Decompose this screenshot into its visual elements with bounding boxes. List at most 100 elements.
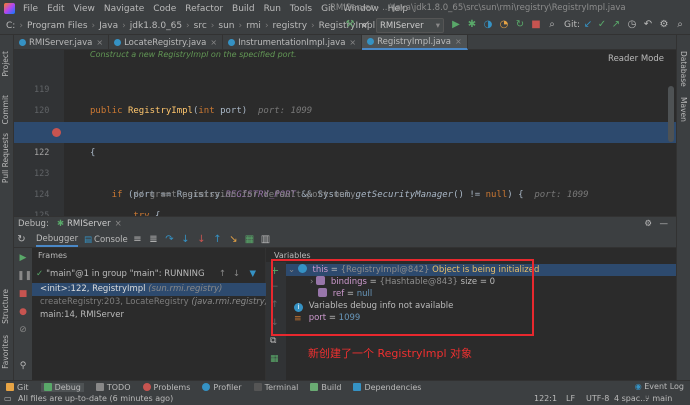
close-icon[interactable]: × (210, 38, 217, 47)
view-breakpoints-icon[interactable]: ● (17, 306, 29, 318)
breadcrumb-item[interactable]: jdk1.8.0_65 (130, 21, 182, 31)
step-into-icon[interactable]: ↓ (180, 234, 191, 245)
close-icon[interactable]: × (96, 38, 103, 47)
breadcrumb-item[interactable]: Program Files (27, 21, 88, 31)
tool-tab-terminal[interactable]: Terminal (253, 383, 298, 392)
stop-icon[interactable]: ■ (530, 19, 542, 31)
arrow-up-icon[interactable]: ↑ (219, 269, 226, 279)
editor-scrollbar[interactable] (668, 86, 674, 142)
minimize-icon[interactable]: — (660, 219, 669, 229)
debug-icon[interactable]: ✱ (466, 19, 478, 31)
pull-requests-tool-button[interactable]: Pull Requests (1, 133, 10, 183)
caret-position[interactable]: 122:1 (534, 394, 557, 403)
breadcrumb-item[interactable]: rmi (246, 21, 261, 31)
hammer-icon[interactable]: ⚒ (344, 19, 356, 31)
stack-frame[interactable]: createRegistry:203, LocateRegistry (java… (32, 296, 268, 309)
menu-build[interactable]: Build (232, 4, 255, 14)
commit-tool-button[interactable]: Commit (1, 95, 10, 124)
database-tool-button[interactable]: Database (679, 51, 688, 87)
filter-icon[interactable]: ▼ (249, 269, 256, 279)
file-encoding[interactable]: UTF-8 (586, 394, 609, 403)
code-line[interactable]: 123 // grant permission for default port… (14, 143, 676, 200)
code-line[interactable]: 121 { (14, 101, 676, 158)
search-icon[interactable]: ⌕ (674, 19, 686, 31)
stack-frame[interactable]: <init>:122, RegistryImpl (sun.rmi.regist… (32, 283, 266, 296)
code-editor[interactable]: Construct a new RegistryImpl on the spec… (14, 50, 676, 216)
code-line[interactable]: 124 try { (14, 164, 676, 216)
tool-tab-todo[interactable]: TODO (95, 383, 131, 392)
menu-edit[interactable]: Edit (47, 4, 64, 14)
coverage-icon[interactable]: ◑ (482, 19, 494, 31)
tool-tab-profiler[interactable]: Profiler (202, 383, 242, 392)
settings-icon[interactable]: ⚙ (658, 19, 670, 31)
git-commit-icon[interactable]: ✓ (596, 19, 608, 31)
tool-tab-git[interactable]: Git (6, 383, 29, 392)
step-out-icon[interactable]: ↑ (212, 234, 223, 245)
tool-tab-problems[interactable]: Problems (142, 383, 190, 392)
copy-icon[interactable]: ⧉ (270, 336, 276, 346)
tab-registryimpl[interactable]: RegistryImpl.java × (362, 35, 468, 50)
tab-console[interactable]: ▤ Console (84, 233, 128, 247)
breadcrumb-item[interactable]: src (194, 21, 207, 31)
tool-tab-build[interactable]: Build (310, 383, 341, 392)
menu-tools[interactable]: Tools (290, 4, 312, 14)
menu-refactor[interactable]: Refactor (185, 4, 223, 14)
current-execution-line[interactable]: 122 if (port == Registry.REGISTRY_PORT &… (14, 122, 676, 200)
arrow-down-icon[interactable]: ↓ (233, 269, 240, 279)
indent-setting[interactable]: 4 spac... (614, 394, 648, 403)
watch-icon[interactable]: ▦ (270, 354, 279, 364)
close-icon[interactable]: × (455, 37, 462, 46)
thread-select[interactable]: ✓ "main"@1 in group "main": RUNNING ↑ ↓ … (32, 266, 266, 281)
git-push-icon[interactable]: ↗ (610, 19, 622, 31)
stop-icon[interactable]: ■ (17, 288, 29, 300)
project-tool-button[interactable]: Project (1, 51, 10, 77)
breadcrumb-item[interactable]: Java (99, 21, 118, 31)
stack-frame[interactable]: main:14, RMIServer (32, 309, 266, 322)
git-branch[interactable]: ⑂ main (645, 394, 672, 403)
tool-tab-debug[interactable]: Debug (40, 382, 84, 392)
search-everywhere-icon[interactable]: ⌕ (546, 19, 558, 31)
close-icon[interactable]: × (115, 219, 122, 229)
status-message[interactable]: All files are up-to-date (6 minutes ago) (18, 394, 173, 403)
tool-tab-dependencies[interactable]: Dependencies (353, 383, 421, 392)
resume-icon[interactable]: ▶ (17, 252, 29, 264)
breadcrumb-item[interactable]: sun (218, 21, 234, 31)
profile-icon[interactable]: ◔ (498, 19, 510, 31)
git-update-icon[interactable]: ↙ (582, 19, 594, 31)
pause-icon[interactable]: ❚❚ (17, 270, 32, 282)
code-line[interactable]: 119 public RegistryImpl(int port) port: … (14, 59, 676, 116)
mute-breakpoints-icon[interactable]: ⊘ (17, 324, 29, 336)
code-line[interactable]: 126 ↯ public Void run() throws RemoteExc… (14, 206, 676, 216)
favorites-tool-button[interactable]: Favorites (1, 335, 10, 369)
run-configuration-select[interactable]: RMIServer ▾ (376, 18, 444, 33)
force-step-into-icon[interactable]: ↓ (196, 234, 207, 245)
breadcrumb-item[interactable]: C: (6, 21, 15, 31)
breadcrumb-item[interactable]: registry (273, 21, 308, 31)
run-icon[interactable]: ▶ (450, 19, 462, 31)
show-execution-point-icon[interactable]: ≣ (148, 234, 159, 245)
menu-view[interactable]: View (74, 4, 95, 14)
tab-rmiserver[interactable]: RMIServer.java × (14, 35, 110, 50)
close-icon[interactable]: × (349, 38, 356, 47)
maven-tool-button[interactable]: Maven (679, 97, 688, 122)
revert-icon[interactable]: ↶ (642, 19, 654, 31)
menu-navigate[interactable]: Navigate (104, 4, 144, 14)
menu-code[interactable]: Code (153, 4, 176, 14)
breakpoint-icon[interactable] (52, 128, 61, 137)
history-icon[interactable]: ◷ (626, 19, 638, 31)
structure-tool-button[interactable]: Structure (1, 289, 10, 324)
layout-icon[interactable]: ≡ (132, 234, 143, 245)
menu-file[interactable]: File (23, 4, 38, 14)
rerun-icon[interactable]: ↻ (514, 19, 526, 31)
code-line[interactable]: 120 throws RemoteException (14, 80, 676, 137)
event-log-button[interactable]: ◉ Event Log (635, 382, 684, 391)
run-to-cursor-icon[interactable]: ↘ (228, 234, 239, 245)
settings-icon[interactable]: ⚙ (644, 219, 652, 229)
back-arrow-icon[interactable]: ↙ (360, 19, 372, 31)
code-line[interactable]: 125 AccessController.doPrivileged(new Pr… (14, 185, 676, 216)
line-separator[interactable]: LF (566, 394, 575, 403)
tab-debugger[interactable]: Debugger (36, 233, 79, 247)
pin-icon[interactable]: ⚲ (17, 360, 29, 372)
menu-run[interactable]: Run (264, 4, 281, 14)
status-toggle-icon[interactable]: ▭ (4, 394, 12, 403)
